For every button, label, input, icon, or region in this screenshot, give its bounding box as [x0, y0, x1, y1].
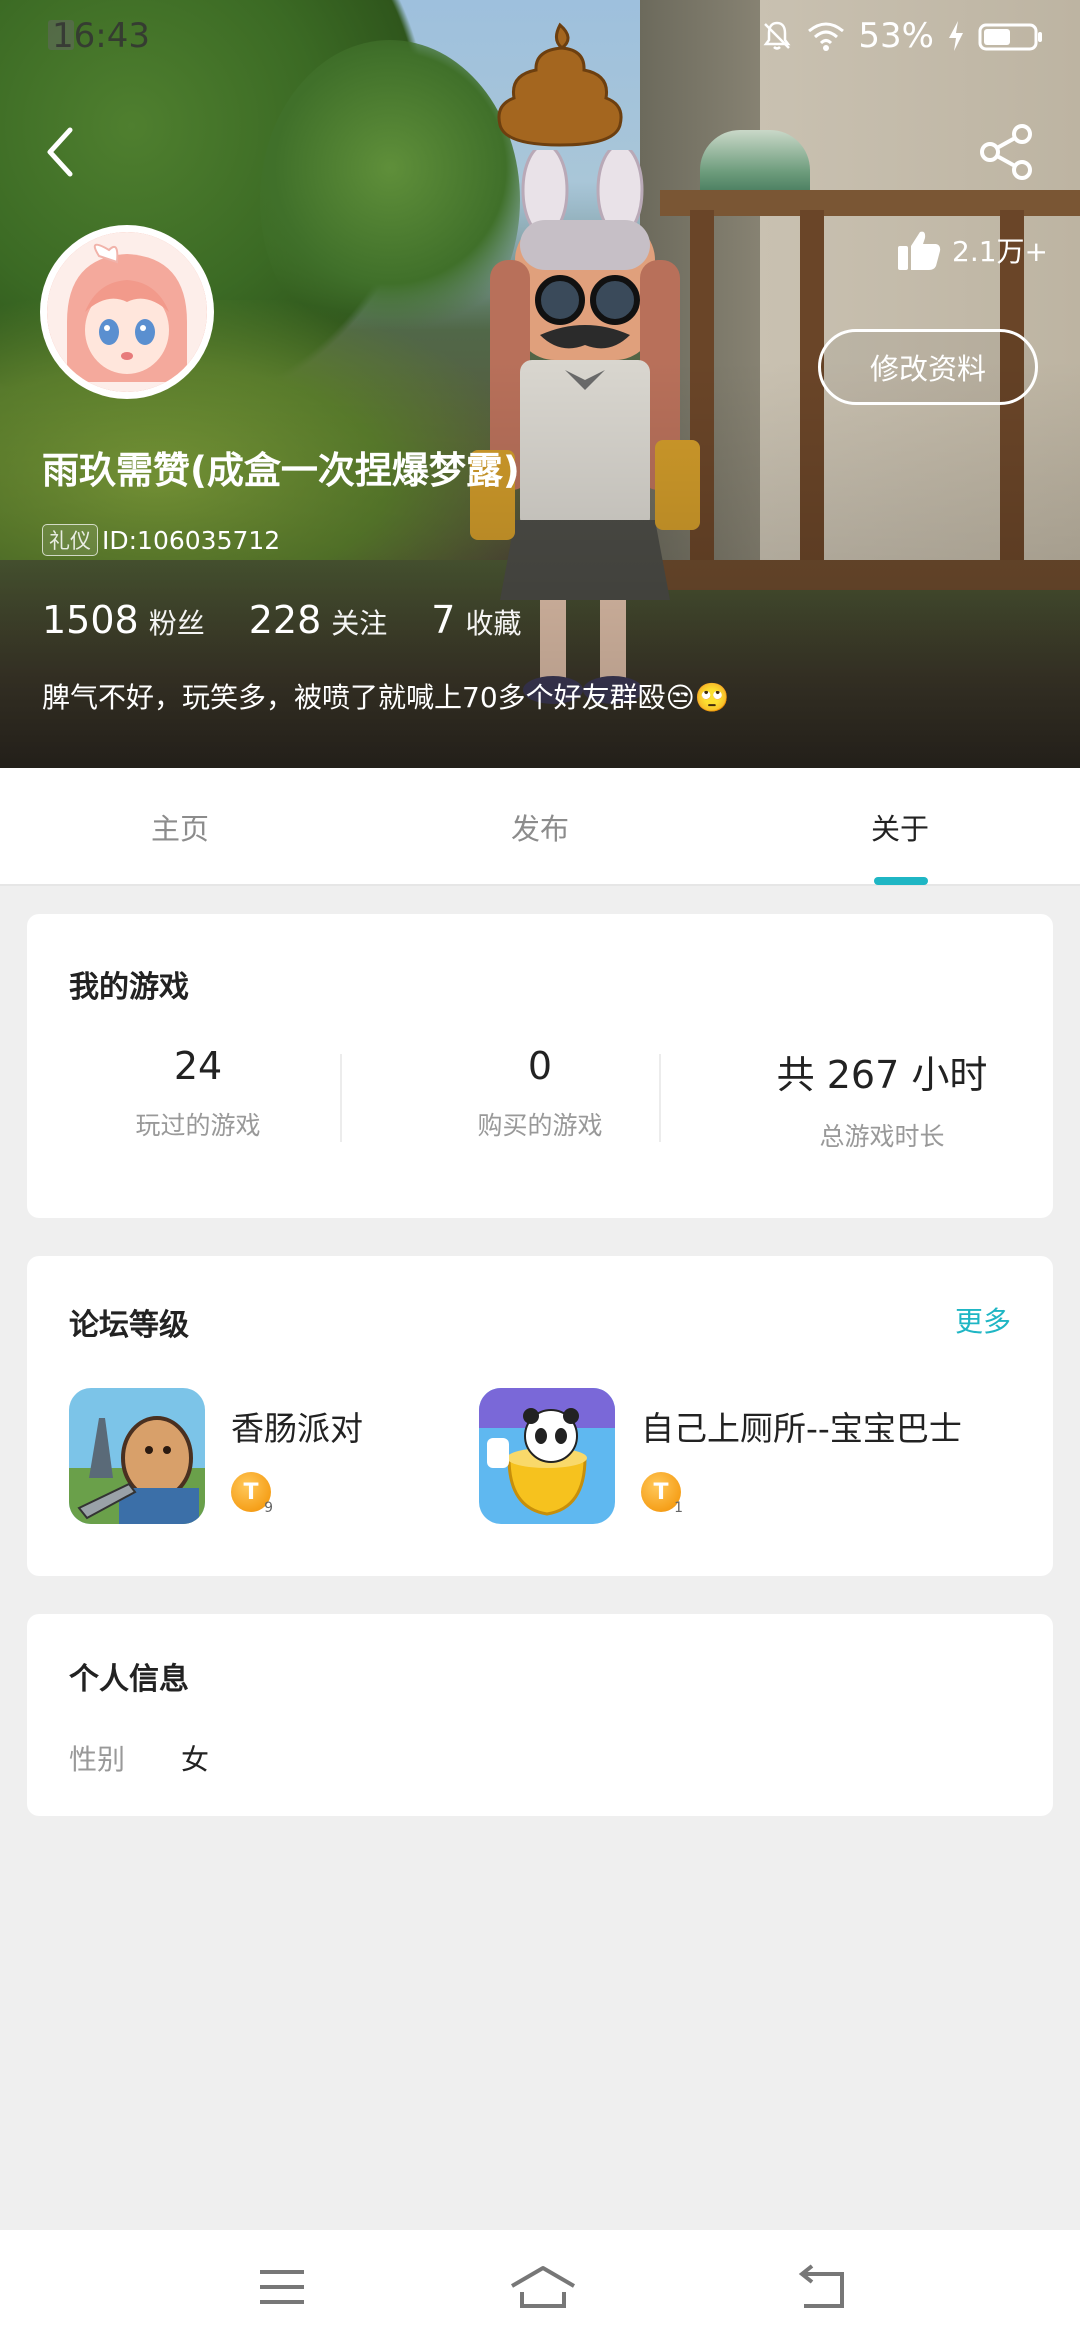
user-bio: 脾气不好，玩笑多，被喷了就喊上70多个好友群殴😒🙄	[42, 681, 730, 714]
forum-level-title: 论坛等级	[69, 1308, 189, 1343]
status-bar: 16:43 53%	[0, 0, 1080, 76]
back-nav-icon[interactable]	[792, 2262, 852, 2312]
avatar[interactable]	[40, 225, 214, 399]
forum-item-babybus-toilet[interactable]: 自己上厕所--宝宝巴士 T 1	[479, 1388, 962, 1524]
wifi-icon	[808, 22, 845, 51]
forum-name: 自己上厕所--宝宝巴士	[641, 1409, 962, 1448]
fans-label[interactable]: 粉丝	[149, 602, 205, 642]
divider	[659, 1054, 661, 1142]
battery-icon	[978, 23, 1042, 51]
user-id: ID:106035712	[102, 525, 281, 555]
played-games-stat[interactable]: 24 玩过的游戏	[27, 1044, 369, 1144]
favorites-label[interactable]: 收藏	[465, 602, 521, 642]
thumbs-up-icon	[898, 231, 941, 270]
menu-icon[interactable]	[252, 2262, 312, 2312]
charging-icon	[949, 21, 963, 51]
playtime-label: 总游戏时长	[819, 1122, 945, 1151]
system-navigation-bar	[0, 2230, 1080, 2340]
forum-level-card: 论坛等级 更多 香肠派对 T 9 自己上厕所--宝宝巴士 T 1	[27, 1256, 1053, 1576]
gender-row: 性别 女	[69, 1738, 209, 1778]
forum-level-badge-icon: T 1	[641, 1472, 683, 1516]
played-games-count: 24	[173, 1044, 223, 1088]
like-count: 2.1万+	[952, 235, 1048, 268]
my-games-title: 我的游戏	[69, 970, 189, 1005]
sausage-party-icon	[69, 1388, 205, 1524]
battery-percentage: 53%	[858, 16, 934, 56]
status-time: 16:43	[52, 16, 150, 56]
avatar-image	[47, 232, 207, 392]
forum-name: 香肠派对	[231, 1409, 363, 1448]
fans-count[interactable]: 1508	[42, 598, 139, 642]
gender-label: 性别	[69, 1743, 126, 1776]
personal-info-title: 个人信息	[69, 1662, 189, 1697]
home-icon[interactable]	[508, 2262, 578, 2312]
title-badge[interactable]: 礼仪	[42, 524, 98, 556]
following-count[interactable]: 228	[249, 598, 322, 642]
profile-tabs: 主页 发布 关于	[0, 768, 1080, 886]
favorites-count[interactable]: 7	[431, 598, 455, 642]
forum-item-sausage-party[interactable]: 香肠派对 T 9	[69, 1388, 363, 1524]
user-id-row: 礼仪 ID:106035712	[42, 524, 280, 556]
playtime-stat[interactable]: 共 267 小时 总游戏时长	[711, 1044, 1053, 1151]
like-button[interactable]: 2.1万+	[896, 228, 1048, 272]
level-letter: T	[243, 1479, 259, 1505]
user-nickname: 雨玖需赞(成盒一次捏爆梦露)	[42, 449, 520, 492]
edit-profile-button[interactable]: 修改资料	[818, 329, 1038, 405]
forum-level-badge-icon: T 9	[231, 1472, 273, 1516]
playtime-total: 共 267 小时	[776, 1053, 988, 1097]
share-button[interactable]	[976, 122, 1036, 182]
divider	[340, 1054, 342, 1142]
played-games-label: 玩过的游戏	[135, 1111, 261, 1140]
following-label[interactable]: 关注	[331, 602, 387, 642]
personal-info-card: 个人信息 性别 女	[27, 1614, 1053, 1816]
follow-stats: 1508 粉丝 228 关注 7 收藏	[42, 598, 565, 642]
level-number: 1	[674, 1500, 683, 1516]
mute-bell-icon	[763, 21, 791, 50]
back-button[interactable]	[38, 122, 86, 182]
babybus-toilet-icon	[479, 1388, 615, 1524]
my-games-card: 我的游戏 24 玩过的游戏 0 购买的游戏 共 267 小时 总游戏时长	[27, 914, 1053, 1218]
tab-home[interactable]: 主页	[0, 768, 360, 886]
level-letter: T	[653, 1479, 669, 1505]
tab-about[interactable]: 关于	[720, 768, 1080, 886]
more-link[interactable]: 更多	[955, 1300, 1011, 1340]
tab-posts[interactable]: 发布	[360, 768, 720, 886]
level-number: 9	[264, 1500, 273, 1516]
gender-value: 女	[181, 1743, 210, 1776]
tab-active-indicator	[874, 877, 928, 885]
